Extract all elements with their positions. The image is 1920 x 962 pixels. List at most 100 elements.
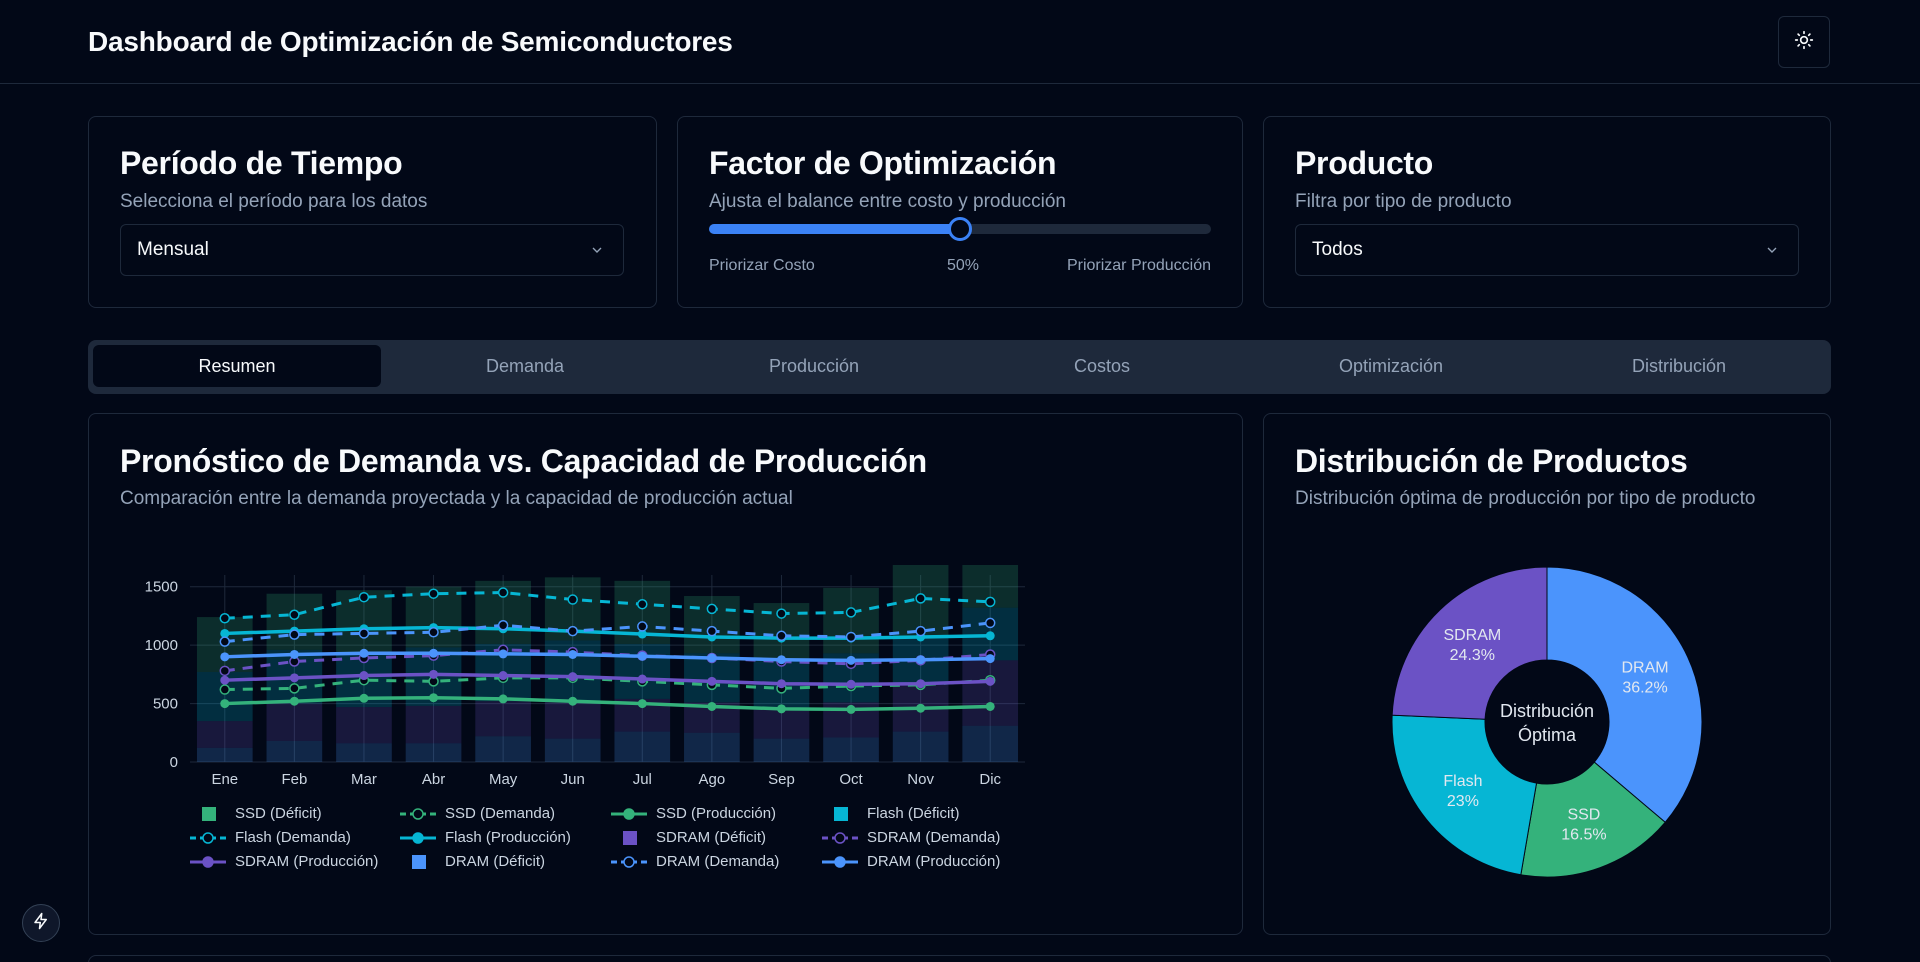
legend-item-dram-demanda[interactable]: DRAM (Demanda) bbox=[611, 853, 779, 870]
legend-item-flash-deficit[interactable]: Flash (Déficit) bbox=[822, 805, 960, 822]
tab-produccion[interactable]: Producción bbox=[670, 345, 958, 387]
point-dram-demanda[interactable] bbox=[915, 625, 926, 637]
point-dram-produccion[interactable] bbox=[289, 649, 299, 659]
point-dram-demanda[interactable] bbox=[567, 625, 578, 637]
point-flash-demanda[interactable] bbox=[358, 591, 370, 603]
point-dram-demanda[interactable] bbox=[497, 620, 509, 631]
point-sdram-produccion[interactable] bbox=[429, 669, 439, 679]
point-ssd-produccion[interactable] bbox=[289, 696, 299, 706]
legend-item-dram-produccion[interactable]: DRAM (Producción) bbox=[822, 853, 1000, 870]
point-flash-demanda[interactable] bbox=[984, 596, 996, 608]
bar-dram-deficit[interactable] bbox=[684, 732, 740, 762]
quick-action-button[interactable] bbox=[22, 904, 60, 942]
bar-dram-deficit[interactable] bbox=[753, 738, 810, 762]
point-dram-produccion[interactable] bbox=[568, 649, 578, 659]
point-flash-demanda[interactable] bbox=[289, 609, 300, 620]
bar-sdram-deficit[interactable] bbox=[196, 721, 253, 748]
point-sdram-produccion[interactable] bbox=[985, 676, 995, 686]
point-ssd-produccion[interactable] bbox=[846, 704, 856, 714]
point-dram-demanda[interactable] bbox=[776, 630, 787, 642]
legend-item-sdram-deficit[interactable]: SDRAM (Déficit) bbox=[611, 829, 766, 846]
product-select[interactable]: Todos bbox=[1295, 224, 1799, 276]
bar-dram-deficit[interactable] bbox=[405, 743, 462, 762]
bar-dram-deficit[interactable] bbox=[892, 731, 949, 762]
point-ssd-produccion[interactable] bbox=[916, 703, 926, 713]
legend-item-ssd-deficit[interactable]: SSD (Déficit) bbox=[190, 805, 322, 822]
tab-costos[interactable]: Costos bbox=[958, 345, 1246, 387]
point-flash-demanda[interactable] bbox=[567, 594, 578, 605]
point-dram-produccion[interactable] bbox=[985, 654, 995, 664]
point-sdram-produccion[interactable] bbox=[707, 676, 717, 686]
point-dram-demanda[interactable] bbox=[289, 629, 300, 640]
point-sdram-produccion[interactable] bbox=[637, 674, 647, 684]
point-dram-demanda[interactable] bbox=[358, 628, 370, 639]
point-ssd-demanda[interactable] bbox=[289, 683, 300, 694]
point-ssd-produccion[interactable] bbox=[707, 701, 717, 711]
bar-sdram-deficit[interactable] bbox=[544, 701, 601, 739]
legend-item-flash-demanda[interactable]: Flash (Demanda) bbox=[190, 829, 351, 846]
point-dram-produccion[interactable] bbox=[429, 648, 439, 658]
bar-sdram-deficit[interactable] bbox=[405, 705, 462, 744]
point-flash-demanda[interactable] bbox=[706, 603, 718, 615]
point-ssd-demanda[interactable] bbox=[219, 684, 231, 695]
point-flash-demanda[interactable] bbox=[428, 588, 439, 599]
bar-dram-deficit[interactable] bbox=[475, 736, 531, 762]
point-dram-demanda[interactable] bbox=[637, 621, 648, 632]
bar-dram-deficit[interactable] bbox=[266, 740, 323, 762]
point-dram-produccion[interactable] bbox=[359, 648, 369, 658]
period-select[interactable]: Mensual bbox=[120, 224, 624, 276]
bar-dram-deficit[interactable] bbox=[196, 747, 253, 762]
bar-ssd-deficit[interactable] bbox=[266, 593, 323, 650]
point-ssd-produccion[interactable] bbox=[498, 694, 508, 704]
point-dram-produccion[interactable] bbox=[776, 655, 786, 665]
legend-item-flash-produccion[interactable]: Flash (Producción) bbox=[400, 829, 571, 846]
bar-sdram-deficit[interactable] bbox=[962, 660, 1019, 726]
point-flash-demanda[interactable] bbox=[776, 608, 787, 619]
point-ssd-produccion[interactable] bbox=[985, 701, 995, 711]
point-ssd-produccion[interactable] bbox=[359, 693, 369, 703]
point-dram-produccion[interactable] bbox=[637, 651, 647, 661]
tab-resumen[interactable]: Resumen bbox=[93, 345, 381, 387]
point-ssd-produccion[interactable] bbox=[637, 699, 647, 709]
point-sdram-produccion[interactable] bbox=[916, 679, 926, 689]
bar-ssd-deficit[interactable] bbox=[823, 587, 879, 654]
point-flash-demanda[interactable] bbox=[219, 612, 231, 624]
bar-dram-deficit[interactable] bbox=[544, 738, 601, 762]
point-sdram-produccion[interactable] bbox=[776, 679, 786, 689]
bar-sdram-deficit[interactable] bbox=[266, 703, 323, 741]
point-dram-produccion[interactable] bbox=[707, 653, 717, 663]
point-ssd-produccion[interactable] bbox=[568, 696, 578, 706]
theme-toggle-button[interactable] bbox=[1778, 16, 1830, 68]
point-sdram-demanda[interactable] bbox=[219, 665, 231, 677]
point-flash-produccion[interactable] bbox=[985, 631, 995, 641]
point-dram-demanda[interactable] bbox=[845, 631, 857, 643]
point-dram-demanda[interactable] bbox=[984, 617, 996, 629]
point-flash-demanda[interactable] bbox=[637, 598, 648, 610]
legend-item-ssd-produccion[interactable]: SSD (Producción) bbox=[611, 805, 776, 822]
point-sdram-produccion[interactable] bbox=[359, 671, 369, 681]
tab-optimizacion[interactable]: Optimización bbox=[1247, 345, 1535, 387]
point-sdram-produccion[interactable] bbox=[289, 673, 299, 683]
point-sdram-produccion[interactable] bbox=[846, 679, 856, 689]
point-flash-demanda[interactable] bbox=[915, 593, 926, 604]
optimization-slider-thumb[interactable] bbox=[948, 217, 972, 241]
point-ssd-produccion[interactable] bbox=[220, 699, 230, 709]
point-ssd-produccion[interactable] bbox=[429, 693, 439, 703]
point-dram-demanda[interactable] bbox=[219, 636, 231, 647]
point-flash-demanda[interactable] bbox=[845, 607, 857, 618]
point-dram-produccion[interactable] bbox=[498, 649, 508, 659]
legend-item-sdram-produccion[interactable]: SDRAM (Producción) bbox=[190, 853, 378, 870]
point-dram-demanda[interactable] bbox=[706, 625, 718, 637]
point-ssd-produccion[interactable] bbox=[776, 704, 786, 714]
point-dram-demanda[interactable] bbox=[428, 627, 439, 638]
bar-sdram-deficit[interactable] bbox=[475, 701, 531, 737]
tab-demanda[interactable]: Demanda bbox=[381, 345, 669, 387]
legend-item-ssd-demanda[interactable]: SSD (Demanda) bbox=[400, 805, 555, 822]
bar-dram-deficit[interactable] bbox=[336, 743, 392, 762]
legend-item-dram-deficit[interactable]: DRAM (Déficit) bbox=[400, 853, 545, 870]
point-dram-produccion[interactable] bbox=[220, 652, 230, 662]
bar-dram-deficit[interactable] bbox=[823, 737, 879, 762]
point-sdram-produccion[interactable] bbox=[220, 675, 230, 685]
point-sdram-produccion[interactable] bbox=[568, 672, 578, 682]
point-sdram-produccion[interactable] bbox=[498, 671, 508, 681]
